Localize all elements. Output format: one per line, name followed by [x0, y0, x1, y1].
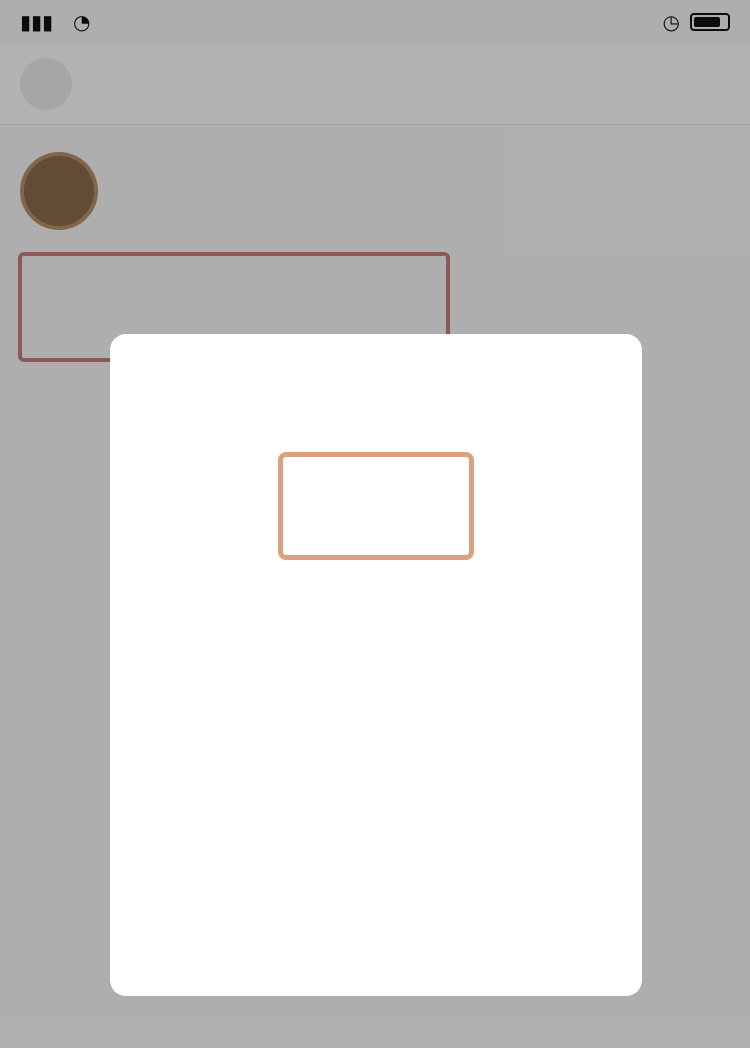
selected-option-frame	[278, 452, 474, 560]
app-screen: ▮▮▮ ◔ ◷	[0, 0, 750, 1048]
action-sheet-dialog	[110, 334, 642, 996]
